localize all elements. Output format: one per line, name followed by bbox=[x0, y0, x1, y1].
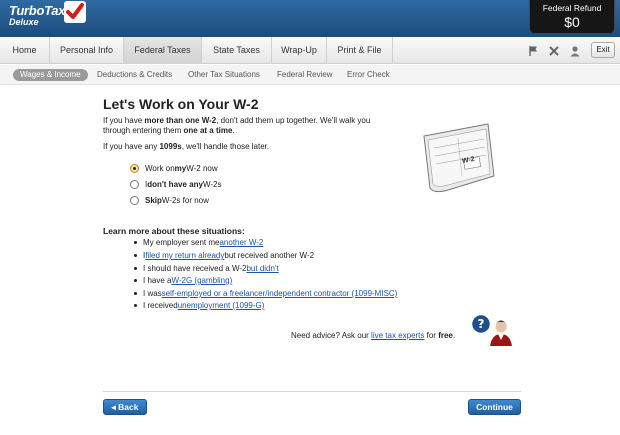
intro-text: , don't add them up together. We'll walk… bbox=[216, 116, 371, 125]
person-icon[interactable] bbox=[569, 45, 581, 57]
tab-personal-info[interactable]: Personal Info bbox=[50, 37, 124, 64]
list-item: I received unemployment (1099-G) bbox=[134, 301, 264, 310]
link-unemployment[interactable]: unemployment (1099-G) bbox=[178, 301, 265, 310]
list-item: My employer sent me another W-2 bbox=[134, 238, 263, 247]
edition-name: Deluxe bbox=[9, 17, 39, 27]
intro-text: If you have bbox=[103, 116, 145, 125]
w2-form-illustration: W-2 bbox=[418, 118, 500, 198]
tab-federal-taxes[interactable]: Federal Taxes bbox=[124, 37, 202, 64]
brand-name: TurboTax bbox=[9, 3, 66, 18]
tab-print-file[interactable]: Print & File bbox=[327, 37, 393, 64]
tools-icon[interactable] bbox=[548, 45, 560, 57]
bullet bbox=[134, 292, 137, 295]
link-live-tax-experts[interactable]: live tax experts bbox=[371, 331, 424, 340]
advice-line: Need advice? Ask our live tax experts fo… bbox=[291, 331, 455, 340]
link-filed-return[interactable]: filed my return already bbox=[145, 251, 224, 260]
item-text: I was bbox=[143, 289, 162, 298]
tax-expert-help-icon[interactable]: ? bbox=[470, 313, 514, 347]
subnav-other-tax-situations[interactable]: Other Tax Situations bbox=[188, 69, 260, 81]
svg-text:?: ? bbox=[478, 317, 485, 331]
option-no-w2s[interactable]: I don't have any W-2s bbox=[130, 180, 221, 189]
page-title: Let's Work on Your W-2 bbox=[103, 96, 259, 112]
exit-button[interactable]: Exit bbox=[591, 42, 615, 58]
turbotax-logo: TurboTax Deluxe bbox=[9, 1, 86, 27]
refund-amount: $0 bbox=[564, 14, 580, 30]
option-text: W-2s bbox=[202, 180, 222, 189]
intro-bold: more than one W-2 bbox=[144, 116, 217, 125]
link-another-w2[interactable]: another W-2 bbox=[219, 238, 263, 247]
intro-text: through entering them bbox=[103, 126, 184, 135]
option-text: W-2 now bbox=[186, 164, 218, 173]
option-bold: don't have any bbox=[147, 180, 203, 189]
bullet bbox=[134, 267, 137, 270]
flag-icon[interactable] bbox=[528, 45, 540, 57]
note-text: , we'll handle those later. bbox=[181, 142, 270, 151]
tab-state-taxes[interactable]: State Taxes bbox=[202, 37, 272, 64]
tab-wrap-up[interactable]: Wrap-Up bbox=[272, 37, 327, 64]
intro-bold: one at a time bbox=[183, 126, 233, 135]
intro-paragraph: If you have more than one W-2, don't add… bbox=[103, 116, 403, 136]
continue-button[interactable]: Continue bbox=[468, 399, 521, 415]
refund-label: Federal Refund bbox=[542, 3, 602, 13]
subnav-error-check[interactable]: Error Check bbox=[347, 69, 390, 81]
advice-text: Need advice? Ask our bbox=[291, 331, 372, 340]
learn-more-heading: Learn more about these situations: bbox=[103, 226, 245, 236]
advice-bold: free bbox=[438, 331, 453, 340]
federal-refund-meter[interactable]: Federal Refund $0 bbox=[529, 0, 615, 34]
link-w2g-gambling[interactable]: W-2G (gambling) bbox=[171, 276, 232, 285]
option-work-on-w2[interactable]: Work on my W-2 now bbox=[130, 164, 218, 173]
list-item: I should have received a W-2 but didn't bbox=[134, 264, 279, 273]
list-item: I filed my return already but received a… bbox=[134, 251, 314, 260]
item-text: but received another W-2 bbox=[224, 251, 315, 260]
tab-home[interactable]: Home bbox=[0, 37, 50, 64]
bullet bbox=[134, 254, 137, 257]
option-text: W-2s for now bbox=[161, 196, 209, 205]
radio-unselected[interactable] bbox=[130, 180, 139, 189]
option-bold: my bbox=[174, 164, 187, 173]
bullet bbox=[134, 304, 137, 307]
option-skip-w2s[interactable]: Skip W-2s for now bbox=[130, 196, 209, 205]
subnav-deductions-credits[interactable]: Deductions & Credits bbox=[97, 69, 172, 81]
item-text: My employer sent me bbox=[143, 238, 220, 247]
item-text: I received bbox=[143, 301, 178, 310]
list-item: I have a W-2G (gambling) bbox=[134, 276, 232, 285]
radio-selected[interactable] bbox=[130, 164, 139, 173]
item-text: I should have received a W-2 bbox=[143, 264, 247, 273]
checkmark-icon bbox=[64, 1, 86, 23]
option-bold: Skip bbox=[145, 196, 162, 205]
note-text: If you have any bbox=[103, 142, 160, 151]
option-text: Work on bbox=[145, 164, 175, 173]
list-item: I was self-employed or a freelancer/inde… bbox=[134, 289, 397, 298]
intro-text: . bbox=[232, 126, 235, 135]
note-bold: 1099s bbox=[159, 142, 182, 151]
advice-text: for bbox=[424, 331, 439, 340]
subnav-federal-review[interactable]: Federal Review bbox=[277, 69, 333, 81]
bullet bbox=[134, 279, 137, 282]
link-self-employed[interactable]: self-employed or a freelancer/independen… bbox=[162, 289, 398, 298]
item-text: I have a bbox=[143, 276, 172, 285]
subnav-wages-income[interactable]: Wages & Income bbox=[13, 69, 88, 81]
link-but-didnt[interactable]: but didn't bbox=[246, 264, 278, 273]
back-button[interactable]: ◂ Back bbox=[103, 399, 147, 415]
app-header: TurboTax Deluxe Federal Refund $0 bbox=[0, 0, 620, 37]
advice-text: . bbox=[452, 331, 456, 340]
1099-note: If you have any 1099s, we'll handle thos… bbox=[103, 142, 403, 152]
footer-divider bbox=[103, 391, 521, 392]
radio-unselected[interactable] bbox=[130, 196, 139, 205]
bullet bbox=[134, 241, 137, 244]
